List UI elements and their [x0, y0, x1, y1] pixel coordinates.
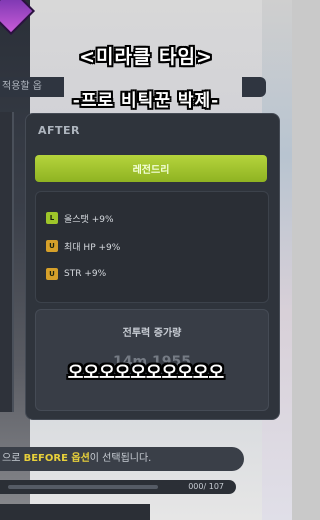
progress-bar: 000/ 107: [0, 480, 236, 494]
caption-reaction: 오오오오오오오오오오: [67, 363, 225, 383]
notice-suffix: 이 선택됩니다.: [89, 453, 152, 464]
notice-highlight: BEFORE 옵션: [23, 453, 90, 464]
selection-notice: 으로 BEFORE 옵션이 선택됩니다.: [0, 447, 244, 471]
progress-count: 000/ 107: [188, 482, 224, 491]
option-text: 올스탯 +9%: [64, 214, 114, 225]
option-text: 최대 HP +9%: [64, 242, 121, 253]
grade-button[interactable]: 레전드리: [35, 155, 267, 182]
unique-grade-icon: U: [46, 240, 58, 252]
caption-subtitle: -프로 비틱꾼 박제-: [72, 91, 220, 111]
after-title: AFTER: [38, 124, 81, 137]
legendary-grade-icon: L: [46, 212, 58, 224]
option-row: L 올스탯 +9%: [46, 211, 114, 225]
progress-track: [8, 485, 158, 489]
caption-title: <미라클 타임>: [79, 46, 213, 68]
option-text: STR +9%: [64, 269, 107, 279]
option-row: U 최대 HP +9%: [46, 239, 120, 253]
combat-power-label: 전투력 증가량: [122, 328, 182, 339]
bottom-bar: [0, 504, 150, 520]
option-row: U STR +9%: [46, 267, 106, 281]
notice-prefix: 으로: [2, 453, 24, 464]
unique-grade-icon: U: [46, 268, 58, 280]
options-list: L 올스탯 +9% U 최대 HP +9% U STR +9%: [35, 191, 269, 303]
